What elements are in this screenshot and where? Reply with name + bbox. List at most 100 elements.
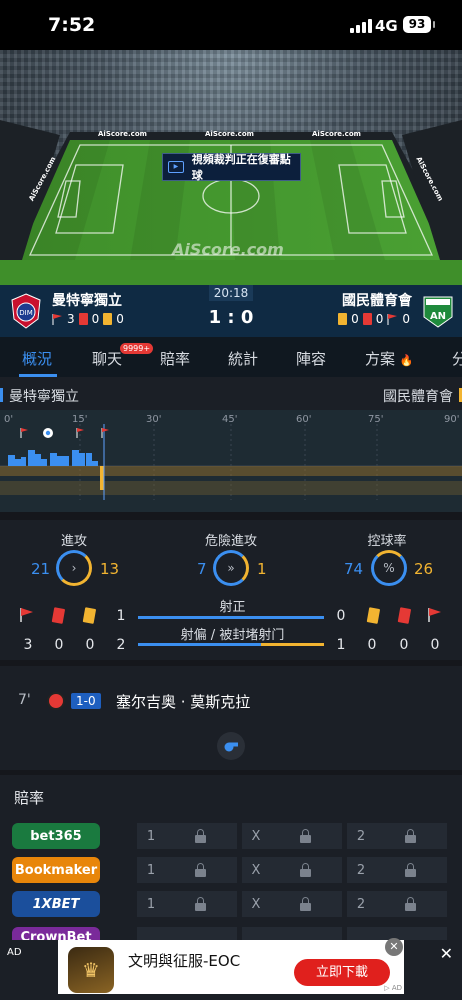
red-card-icon bbox=[51, 607, 65, 624]
yellow-card-icon bbox=[338, 313, 348, 325]
corner-flag-icon bbox=[428, 608, 441, 622]
shots-on-away: 0 bbox=[336, 608, 346, 624]
odds-title: 賠率 bbox=[14, 789, 45, 807]
yellow-card-icon bbox=[366, 607, 380, 624]
goal-ball-icon bbox=[43, 428, 53, 438]
timeline-event-icons bbox=[20, 428, 109, 438]
odds-label: X bbox=[251, 896, 261, 912]
score-header: DIM 曼特寧獨立 3 0 0 20:18 1 : 0 國民體育會 0 0 0 … bbox=[0, 285, 462, 337]
lock-icon bbox=[300, 897, 311, 911]
tab-tips-label: 方案 bbox=[365, 350, 396, 368]
tick-45: 45' bbox=[222, 414, 238, 425]
odds-label: X bbox=[251, 862, 261, 878]
odds-cell-draw[interactable]: X bbox=[242, 857, 342, 883]
tab-chat[interactable]: 聊天 bbox=[92, 348, 122, 369]
odds-label: X bbox=[251, 828, 261, 844]
possession-ring: % bbox=[371, 550, 407, 586]
lock-icon bbox=[195, 829, 206, 843]
game-app-icon: ♛ bbox=[68, 947, 114, 993]
var-review-banner: ▶ 視頻裁判正在復審點球 bbox=[162, 153, 301, 182]
away-red-total: 0 bbox=[399, 637, 409, 653]
match-score: 1 : 0 bbox=[208, 307, 254, 328]
shots-off-title: 射偏 / 被封堵射门 bbox=[180, 628, 285, 643]
live-pitch[interactable]: AiScore.com AiScore.com AiScore.com AiSc… bbox=[0, 50, 462, 285]
away-team-logo[interactable]: AN bbox=[422, 293, 454, 329]
ad-footer: ▷ AD bbox=[384, 984, 402, 992]
tick-90: 90' bbox=[444, 414, 460, 425]
corner-flag-icon bbox=[101, 428, 109, 438]
timeline-away-name: 國民體育會 bbox=[383, 389, 453, 405]
home-corners-total: 3 bbox=[23, 637, 33, 653]
book-bookmaker[interactable]: Bookmaker bbox=[12, 857, 100, 883]
tab-tips[interactable]: 方案 🔥 bbox=[365, 348, 414, 369]
corner-flag-icon bbox=[76, 428, 84, 438]
clock: 7:52 bbox=[48, 14, 96, 36]
whistle-icon bbox=[217, 732, 245, 760]
yellow-card-icon bbox=[103, 313, 113, 325]
lock-icon bbox=[405, 897, 416, 911]
var-notice-text: 視頻裁判正在復審點球 bbox=[191, 153, 291, 182]
ad-card[interactable]: ♛ 文明與征服-EOC 立即下載 ✕ ▷ AD bbox=[58, 938, 404, 994]
status-bar: 7:52 4G 93 bbox=[0, 0, 462, 50]
network-type: 4G bbox=[375, 17, 398, 35]
tick-60: 60' bbox=[296, 414, 312, 425]
odds-label: 1 bbox=[146, 862, 156, 878]
away-yellow-total: 0 bbox=[367, 637, 377, 653]
odds-cell-away[interactable]: 2 bbox=[347, 891, 447, 917]
svg-text:DIM: DIM bbox=[19, 309, 33, 317]
red-card-icon bbox=[362, 313, 372, 325]
shots-off-away: 1 bbox=[336, 637, 346, 653]
ad-dismiss-icon[interactable]: ✕ bbox=[385, 938, 403, 956]
download-button[interactable]: 立即下載 bbox=[294, 959, 390, 986]
tab-lineup[interactable]: 陣容 bbox=[296, 348, 326, 369]
possession-away: 26 bbox=[414, 560, 434, 578]
ad-board-3: AiScore.com bbox=[312, 130, 361, 138]
tab-bar: 概況 聊天 9999+ 賠率 統計 陣容 方案 🔥 分 bbox=[0, 337, 462, 377]
event-player[interactable]: 塞尔吉奥 · 莫斯克拉 bbox=[116, 691, 250, 712]
lock-icon bbox=[300, 863, 311, 877]
pitch-watermark: AiScore.com bbox=[172, 240, 284, 259]
ad-app-name: 文明與征服-EOC bbox=[128, 952, 241, 970]
odds-cell-draw[interactable]: X bbox=[242, 823, 342, 849]
home-color-bar bbox=[0, 388, 3, 402]
yellow-card-icon bbox=[82, 607, 96, 624]
lock-icon bbox=[195, 897, 206, 911]
tab-overview[interactable]: 概況 bbox=[22, 348, 52, 369]
odds-label: 1 bbox=[146, 828, 156, 844]
chat-badge: 9999+ bbox=[120, 343, 154, 354]
attack-away: 13 bbox=[100, 560, 120, 578]
tab-odds[interactable]: 賠率 bbox=[160, 348, 190, 369]
attack-stats-panel: 進攻 21 › 13 危險進攻 7 » 1 控球率 74 % 26 1 射正 0… bbox=[0, 520, 462, 660]
home-stat-icons bbox=[20, 607, 96, 624]
tick-0: 0' bbox=[4, 414, 14, 425]
ad-board-2: AiScore.com bbox=[205, 130, 254, 138]
odds-cell-away[interactable]: 2 bbox=[347, 823, 447, 849]
odds-cell-home[interactable]: 1 bbox=[137, 857, 237, 883]
corner-flag-icon bbox=[387, 314, 398, 325]
book-1xbet[interactable]: 1XBET bbox=[12, 891, 100, 917]
home-team-logo[interactable]: DIM bbox=[10, 293, 42, 329]
corner-flag-icon bbox=[20, 428, 28, 438]
odds-cell-home[interactable]: 1 bbox=[137, 823, 237, 849]
ad-banner: AD ♛ 文明與征服-EOC 立即下載 ✕ ▷ AD ✕ bbox=[0, 938, 462, 1000]
away-team-name[interactable]: 國民體育會 bbox=[342, 290, 412, 310]
away-mini-stats: 0 0 0 bbox=[338, 312, 410, 326]
corner-flag-icon bbox=[52, 314, 62, 325]
close-icon[interactable]: ✕ bbox=[440, 944, 453, 963]
match-events: 7' 1-0 塞尔吉奥 · 莫斯克拉 bbox=[0, 666, 462, 770]
momentum-timeline: 曼特寧獨立 國民體育會 0' 15' 30' 45' 60' 75' 90' bbox=[0, 377, 462, 512]
tab-stats[interactable]: 統計 bbox=[228, 348, 258, 369]
home-team-name[interactable]: 曼特寧獨立 bbox=[52, 290, 122, 310]
dangerous-title: 危險進攻 bbox=[204, 534, 257, 549]
tab-more[interactable]: 分 bbox=[452, 348, 462, 369]
ad-tag: AD bbox=[7, 947, 22, 958]
odds-cell-away[interactable]: 2 bbox=[347, 857, 447, 883]
book-bet365[interactable]: bet365 bbox=[12, 823, 100, 849]
away-stat-icons bbox=[366, 607, 441, 624]
odds-cell-home[interactable]: 1 bbox=[137, 891, 237, 917]
shots-on-bar bbox=[138, 616, 324, 619]
odds-label: 2 bbox=[356, 896, 366, 912]
odds-cell-draw[interactable]: X bbox=[242, 891, 342, 917]
momentum-graph: 0' 15' 30' 45' 60' 75' 90' bbox=[0, 410, 462, 512]
odds-label: 1 bbox=[146, 896, 156, 912]
